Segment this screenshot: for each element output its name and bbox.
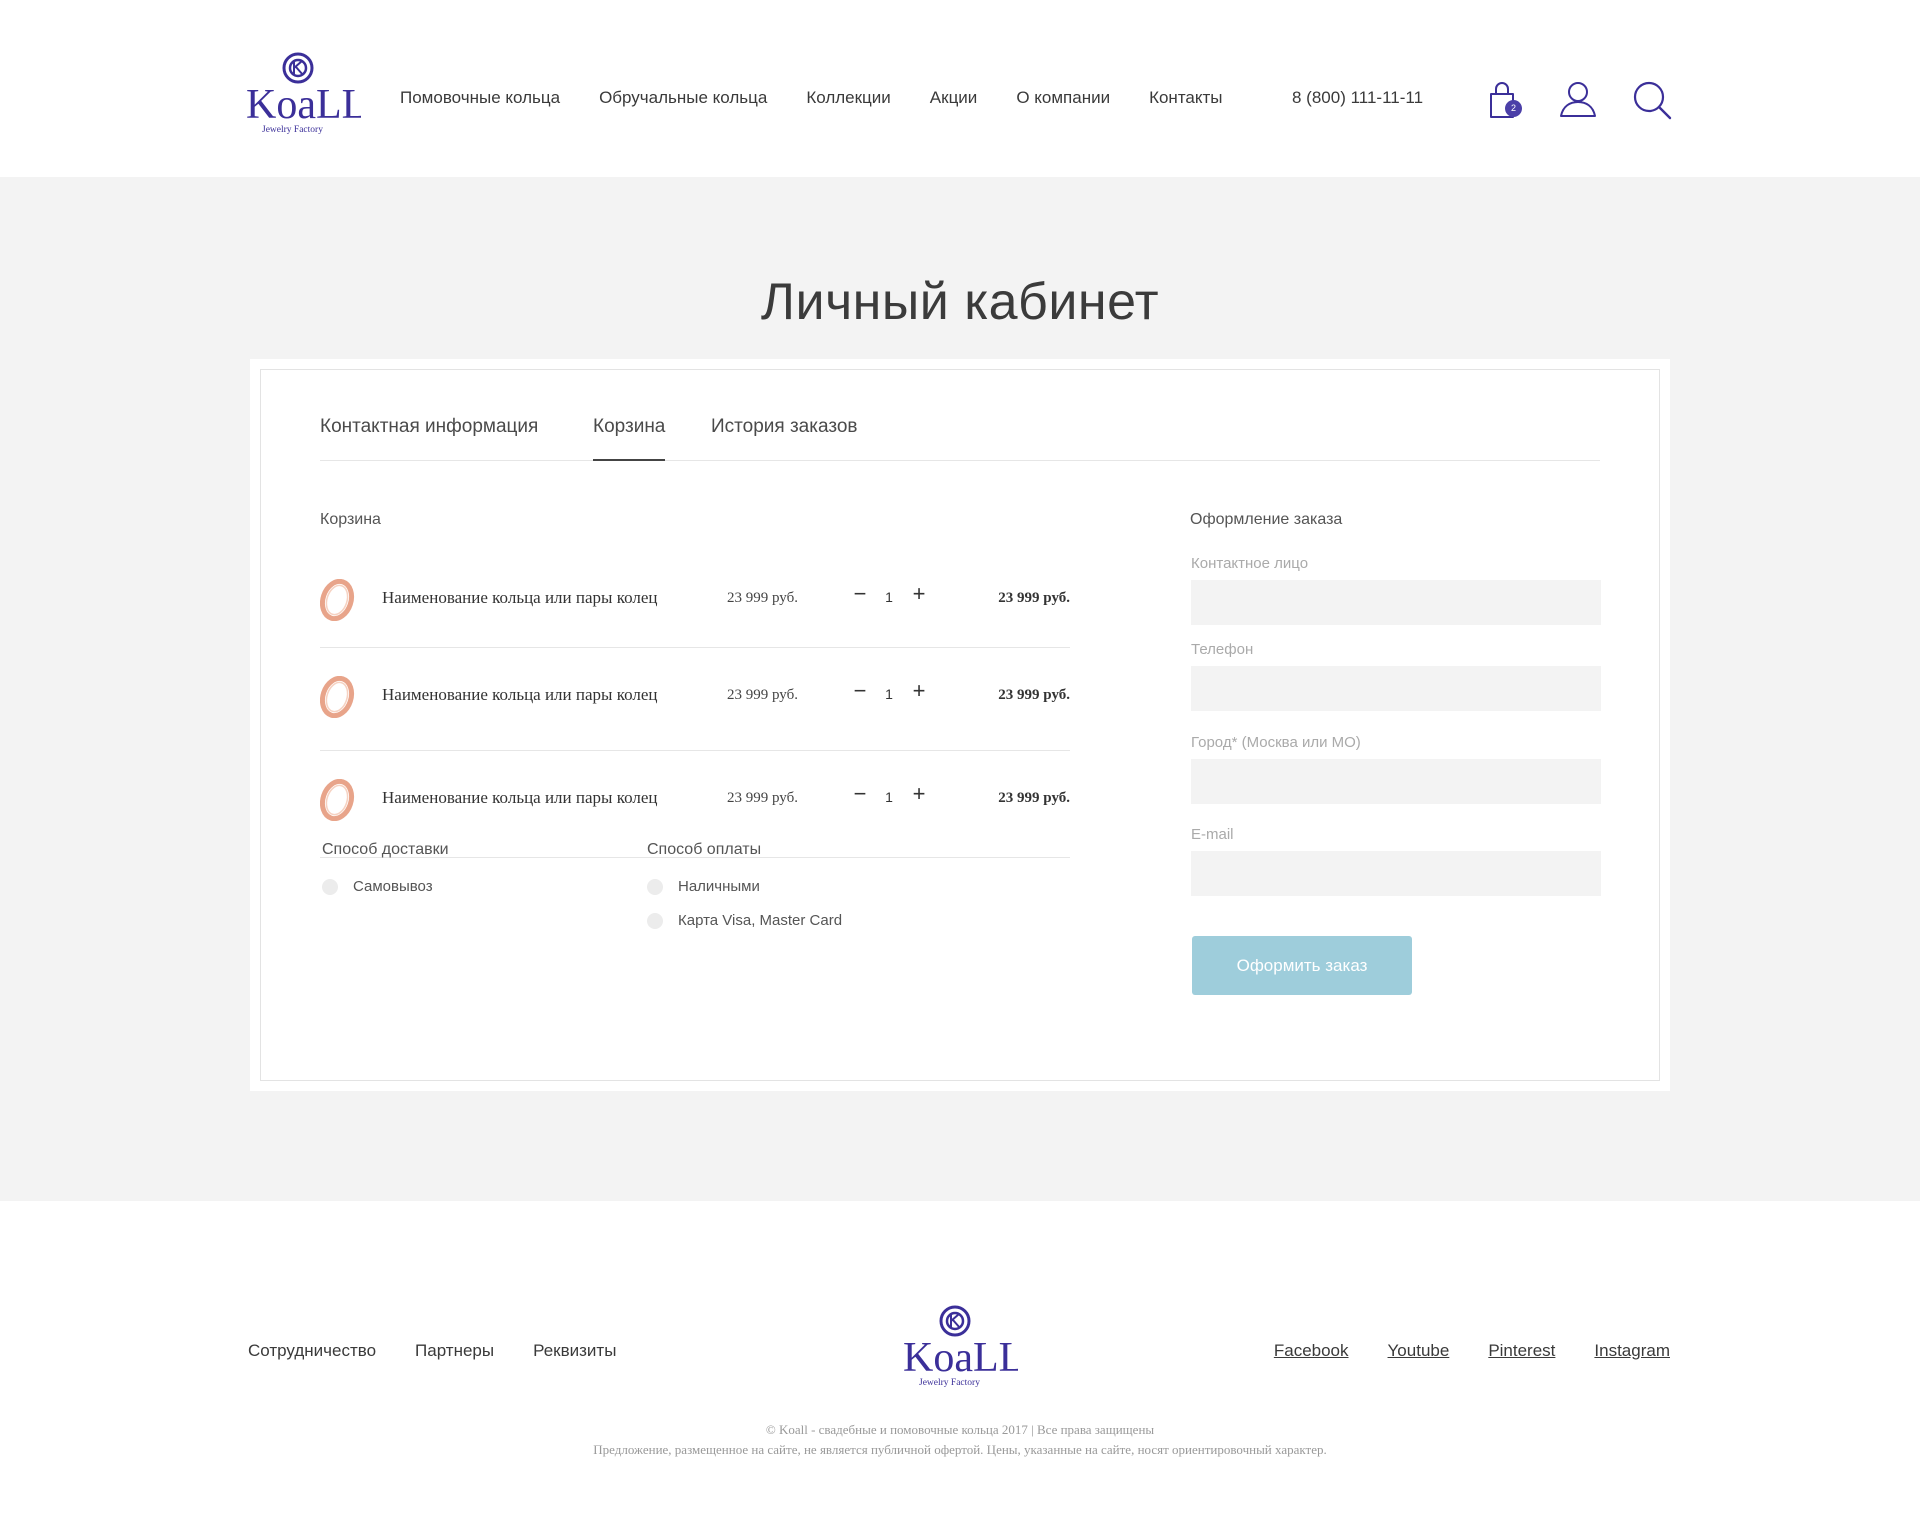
nav-about[interactable]: О компании — [1016, 88, 1110, 108]
quantity-value[interactable]: 1 — [882, 686, 896, 702]
tab-cart[interactable]: Корзина — [593, 416, 666, 461]
footer-koall-logo[interactable]: KoaLL Jewelry Factory — [902, 1301, 1018, 1389]
cart-count-badge: 2 — [1505, 100, 1522, 117]
social-link-facebook[interactable]: Facebook — [1274, 1341, 1349, 1361]
quantity-value[interactable]: 1 — [882, 589, 896, 605]
radio-label: Самовывоз — [353, 878, 433, 895]
delivery-option-pickup[interactable]: Самовывоз — [322, 878, 433, 895]
nav-contacts[interactable]: Контакты — [1149, 88, 1222, 108]
cart-list: Наименование кольца или пары колец 23 99… — [319, 551, 1070, 858]
copyright-block: © Koall - свадебные и помовочные кольца … — [0, 1420, 1920, 1460]
social-link-instagram[interactable]: Instagram — [1594, 1341, 1670, 1361]
payment-option-card[interactable]: Карта Visa, Master Card — [647, 912, 842, 929]
social-link-youtube[interactable]: Youtube — [1388, 1341, 1450, 1361]
item-total: 23 999 руб. — [998, 687, 1070, 703]
radio-button[interactable] — [647, 912, 663, 929]
phone-label: Телефон — [1191, 641, 1254, 658]
place-order-button[interactable]: Оформить заказ — [1192, 936, 1412, 995]
header-phone[interactable]: 8 (800) 111-11-11 — [1292, 88, 1423, 108]
site-header: KoaLL Jewelry Factory Помовочные кольца … — [0, 0, 1920, 177]
disclaimer-text: Предложение, размещенное на сайте, не яв… — [593, 1442, 1327, 1457]
item-price: 23 999 руб. — [727, 687, 798, 703]
search-icon[interactable] — [1632, 80, 1672, 120]
account-tabs: Контактная информация Корзина История за… — [320, 416, 1600, 461]
cart-row: Наименование кольца или пары колец 23 99… — [319, 551, 1070, 648]
email-label: E-mail — [1191, 826, 1234, 843]
logo-tagline-text: Jewelry Factory — [919, 1378, 980, 1388]
account-card-inner: Контактная информация Корзина История за… — [260, 369, 1660, 1081]
nav-promotions[interactable]: Акции — [930, 88, 978, 108]
item-name[interactable]: Наименование кольца или пары колец — [382, 588, 658, 608]
koall-logo[interactable]: KoaLL Jewelry Factory — [245, 48, 361, 136]
item-price: 23 999 руб. — [727, 590, 798, 606]
radio-button[interactable] — [647, 878, 663, 895]
tab-order-history[interactable]: История заказов — [711, 416, 857, 461]
phone-input[interactable] — [1191, 666, 1601, 711]
nav-collections[interactable]: Коллекции — [806, 88, 890, 108]
tab-contact-info[interactable]: Контактная информация — [320, 416, 538, 461]
checkout-title: Оформление заказа — [1190, 511, 1343, 528]
main-nav: Помовочные кольца Обручальные кольца Кол… — [400, 88, 1262, 108]
radio-label: Наличными — [678, 878, 760, 895]
logo-brand-text: KoaLL — [246, 82, 361, 128]
copyright-text: © Koall - свадебные и помовочные кольца … — [765, 1422, 1155, 1437]
ring-icon — [319, 675, 356, 719]
item-price: 23 999 руб. — [727, 790, 798, 806]
item-name[interactable]: Наименование кольца или пары колец — [382, 788, 658, 808]
quantity-increase-button[interactable]: + — [908, 583, 930, 605]
contact-person-label: Контактное лицо — [1191, 555, 1309, 572]
cart-title: Корзина — [320, 511, 381, 528]
email-input[interactable] — [1191, 851, 1601, 896]
quantity-increase-button[interactable]: + — [908, 680, 930, 702]
item-total: 23 999 руб. — [998, 790, 1070, 806]
city-label: Город* (Москва или МО) — [1191, 734, 1361, 751]
quantity-decrease-button[interactable]: − — [849, 680, 871, 702]
radio-button[interactable] — [322, 878, 338, 895]
footer-link-requisites[interactable]: Реквизиты — [533, 1341, 616, 1361]
nav-engagement-rings[interactable]: Помовочные кольца — [400, 88, 560, 108]
site-footer: Сотрудничество Партнеры Реквизиты KoaLL … — [0, 1201, 1920, 1524]
radio-label: Карта Visa, Master Card — [678, 912, 843, 929]
cart-row: Наименование кольца или пары колец 23 99… — [319, 648, 1070, 751]
item-name[interactable]: Наименование кольца или пары колец — [382, 685, 658, 705]
footer-link-cooperation[interactable]: Сотрудничество — [248, 1341, 376, 1361]
delivery-method-title: Способ доставки — [322, 841, 449, 858]
nav-wedding-rings[interactable]: Обручальные кольца — [599, 88, 767, 108]
quantity-increase-button[interactable]: + — [908, 783, 930, 805]
payment-method-title: Способ оплаты — [647, 841, 762, 858]
footer-link-partners[interactable]: Партнеры — [415, 1341, 494, 1361]
item-total: 23 999 руб. — [998, 590, 1070, 606]
footer-links: Сотрудничество Партнеры Реквизиты — [248, 1341, 655, 1361]
user-icon[interactable] — [1559, 80, 1597, 118]
social-links: Facebook Youtube Pinterest Instagram — [1235, 1341, 1670, 1361]
quantity-decrease-button[interactable]: − — [849, 583, 871, 605]
quantity-decrease-button[interactable]: − — [849, 783, 871, 805]
contact-person-input[interactable] — [1191, 580, 1601, 625]
logo-brand-text: KoaLL — [903, 1335, 1018, 1381]
ring-icon — [319, 578, 356, 622]
account-card: Контактная информация Корзина История за… — [250, 359, 1670, 1091]
social-link-pinterest[interactable]: Pinterest — [1488, 1341, 1555, 1361]
ring-icon — [319, 778, 356, 822]
payment-option-cash[interactable]: Наличными — [647, 878, 760, 895]
page-title: Личный кабинет — [760, 273, 1160, 331]
city-input[interactable] — [1191, 759, 1601, 804]
logo-tagline-text: Jewelry Factory — [262, 125, 323, 135]
quantity-value[interactable]: 1 — [882, 789, 896, 805]
account-section: Личный кабинет Контактная информация Кор… — [0, 177, 1920, 1201]
